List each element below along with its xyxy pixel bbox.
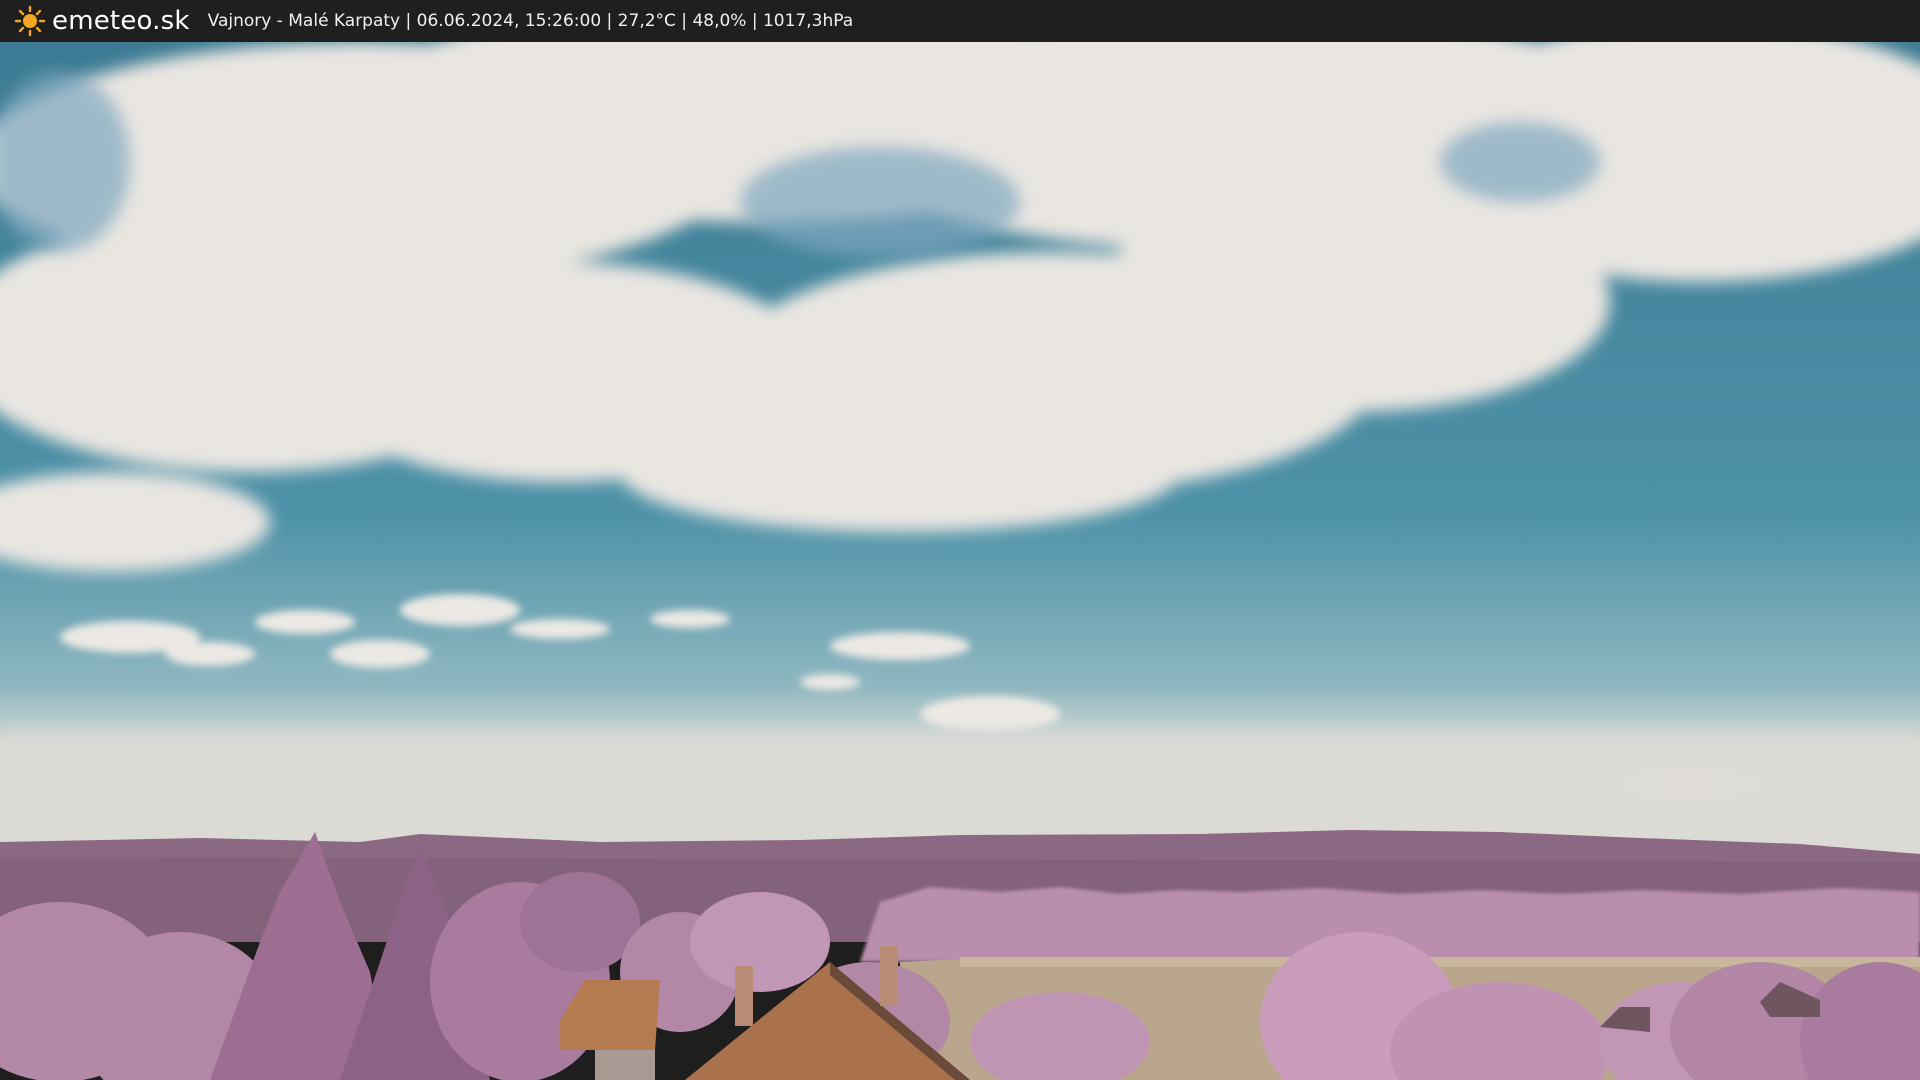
logo[interactable]: emeteo.sk [14, 5, 190, 37]
webcam-scene [0, 42, 1920, 1080]
webcam-image [0, 42, 1920, 1080]
sun-icon [14, 5, 46, 37]
station-caption: Vajnory - Malé Karpaty | 06.06.2024, 15:… [207, 11, 854, 31]
top-bar: emeteo.sk Vajnory - Malé Karpaty | 06.06… [0, 0, 1920, 42]
brand-name: emeteo.sk [52, 6, 190, 36]
